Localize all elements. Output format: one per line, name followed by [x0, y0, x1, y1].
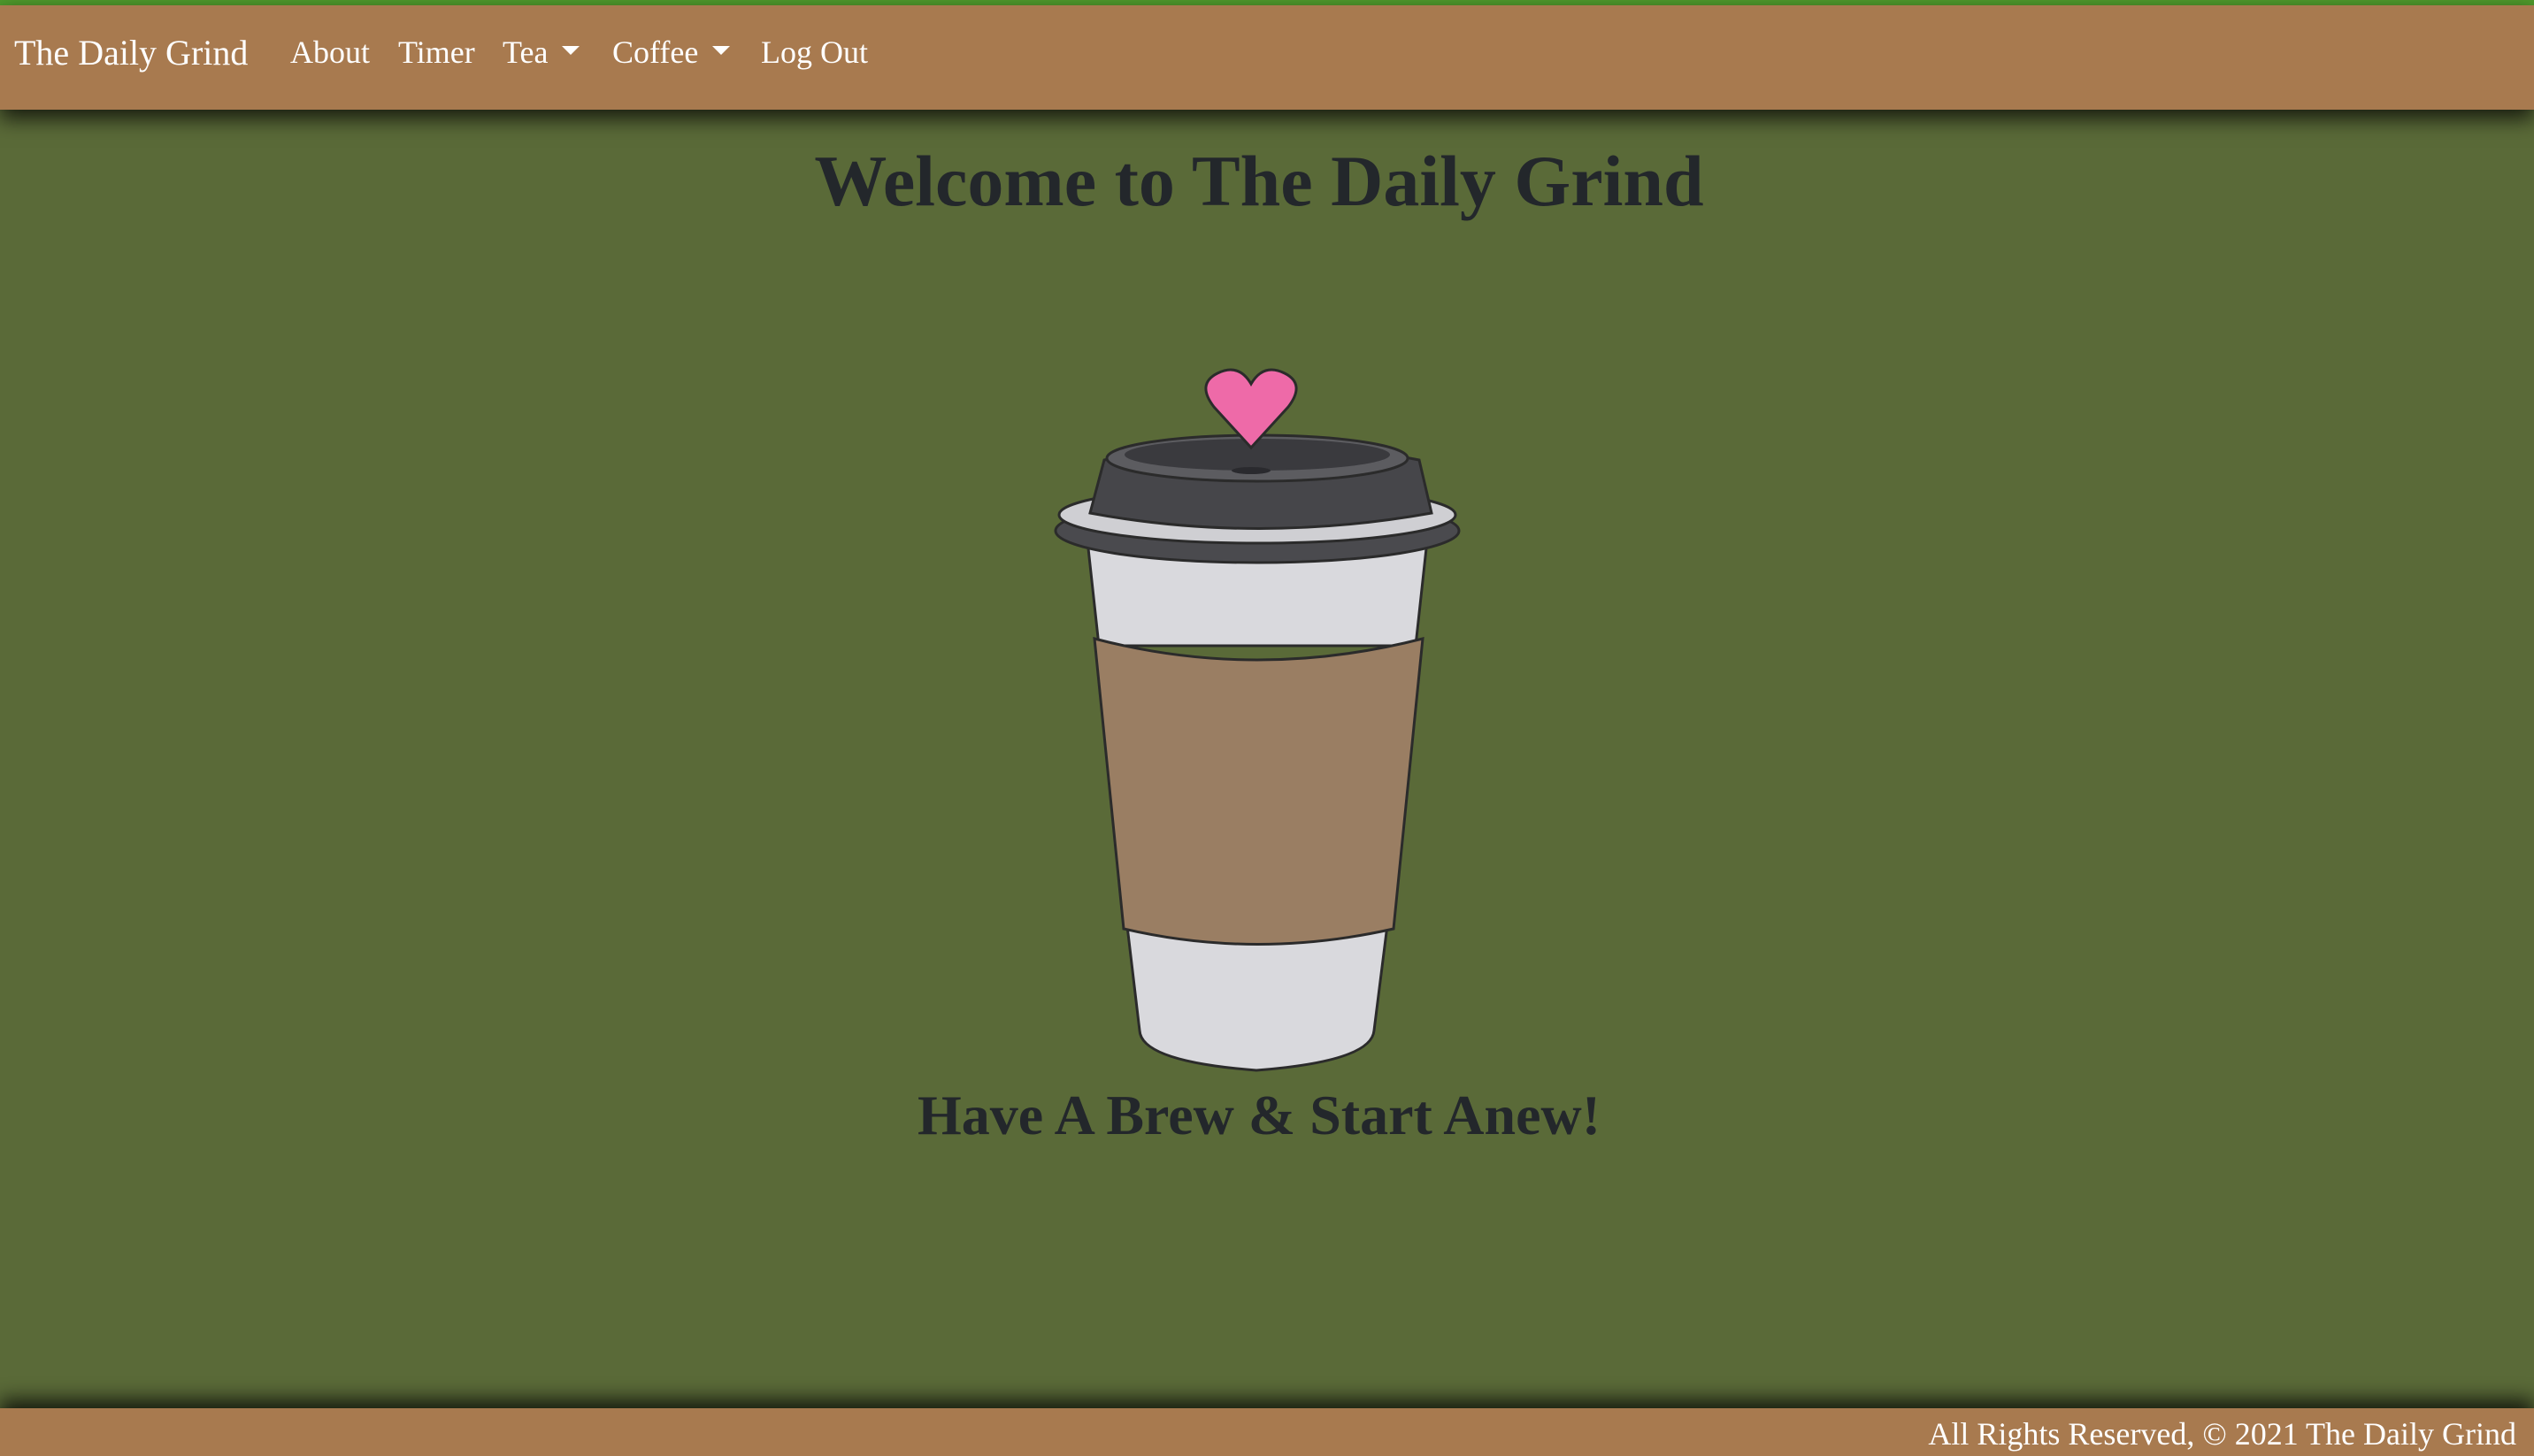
nav-logout-link[interactable]: Log Out	[761, 34, 868, 71]
footer-copyright: All Rights Reserved, © 2021 The Daily Gr…	[1928, 1416, 2516, 1452]
cup-sleeve-icon	[1093, 637, 1424, 946]
chevron-down-icon	[712, 45, 731, 55]
chevron-down-icon	[562, 45, 580, 55]
nav-timer-link[interactable]: Timer	[398, 34, 475, 71]
coffee-cup-illustration	[1054, 368, 1461, 1072]
page-title: Welcome to The Daily Grind	[814, 141, 1704, 221]
navbar: The Daily Grind About Timer Tea Coffee L…	[0, 5, 2534, 110]
tagline: Have A Brew & Start Anew!	[917, 1084, 1601, 1146]
nav-about-link[interactable]: About	[290, 34, 370, 71]
nav-tea-dropdown[interactable]: Tea	[503, 34, 580, 71]
brand-link[interactable]: The Daily Grind	[14, 32, 248, 73]
nav-coffee-dropdown[interactable]: Coffee	[612, 34, 731, 71]
nav-tea-label: Tea	[503, 34, 549, 70]
nav-coffee-label: Coffee	[612, 34, 699, 70]
footer: All Rights Reserved, © 2021 The Daily Gr…	[0, 1408, 2534, 1456]
